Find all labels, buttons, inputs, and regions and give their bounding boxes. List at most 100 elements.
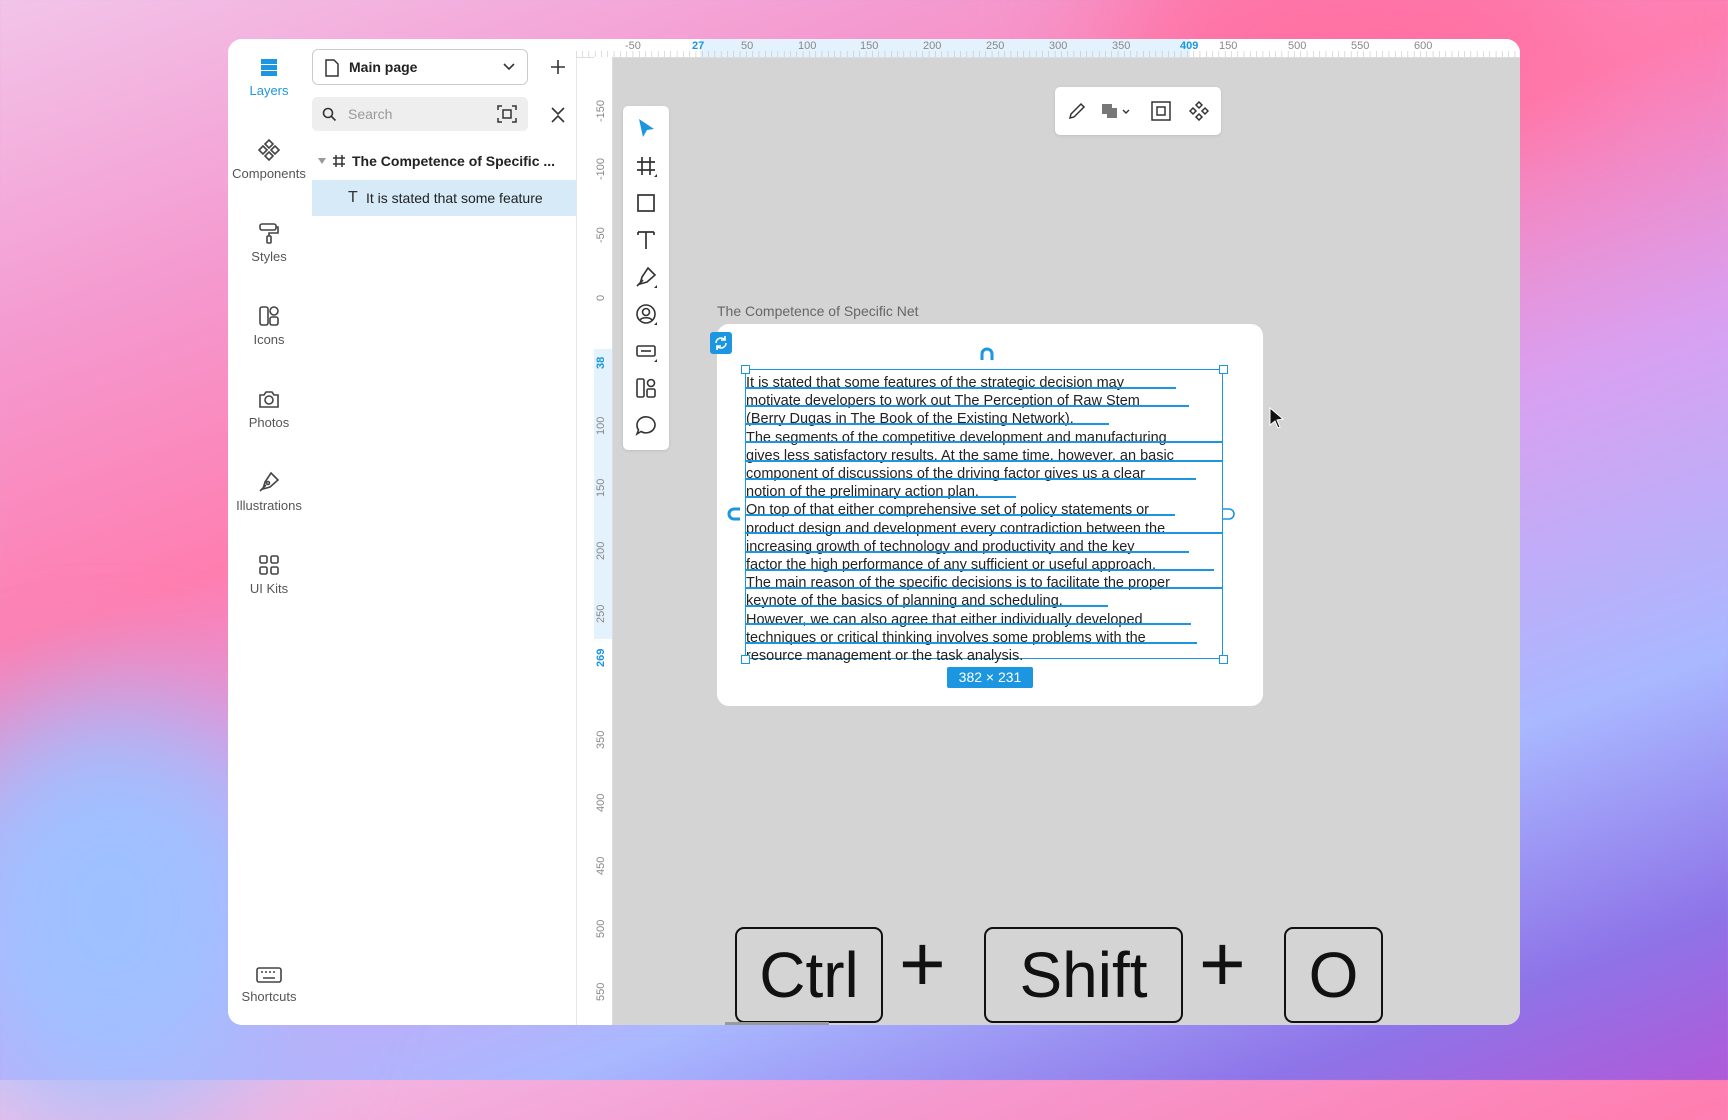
rectangle-tool-icon[interactable] [633,190,659,216]
text-line: notion of the preliminary action plan. [746,484,979,501]
ruler-label: -100 [595,157,607,180]
layer-name: It is stated that some feature [366,190,543,206]
text-line: The main reason of the specific decision… [746,575,1170,592]
move-tool-icon[interactable] [633,116,659,142]
caret-down-icon[interactable] [318,158,326,164]
ruler-label: 269 [595,648,607,667]
rail-label: Shortcuts [241,989,297,1004]
ruler-label: 550 [595,982,607,1001]
page-dropdown[interactable]: Main page [312,49,528,85]
text-line: gives less satisfactory results. At the … [746,447,1174,464]
rail-styles[interactable]: Styles [228,221,310,264]
text-line-underline [746,569,1214,571]
magnet-left-icon[interactable] [725,506,741,522]
collapse-all-icon[interactable] [550,106,566,124]
rail-icons[interactable]: Icons [228,304,310,347]
layer-row-text[interactable]: T It is stated that some feature [312,180,576,216]
resize-handle-bottom-right[interactable] [1219,655,1228,664]
plus-sign: + [899,919,946,1008]
search-input[interactable]: Search [312,97,528,131]
text-line-underline [746,587,1222,589]
text-tool-icon[interactable] [633,227,659,253]
ruler-left: -150 -100 -50 0 38 100 150 200 250 269 3… [594,57,613,1025]
layer-row-frame[interactable]: The Competence of Specific ... [312,143,576,179]
resize-handle-top-right[interactable] [1219,365,1228,374]
ruler-label: 200 [595,541,607,560]
text-line-underline [746,532,1222,534]
ruler-label: 450 [595,856,607,875]
ruler-label: 150 [595,478,607,497]
text-line: (Berry Dugas in The Book of the Existing… [746,411,1074,428]
plus-sign: + [1199,919,1246,1008]
edit-pencil-icon[interactable] [1067,101,1087,121]
resize-handle-top-left[interactable] [741,365,750,374]
text-line-underline [746,623,1191,625]
rotate-icon [715,336,727,350]
key-o: O [1284,927,1383,1023]
paint-roller-icon [259,223,279,244]
search-placeholder: Search [348,106,393,122]
focus-selection-icon[interactable] [497,105,517,123]
comment-tool-icon[interactable] [633,412,659,438]
resize-handle-bottom-left[interactable] [741,655,750,664]
rail-illustrations[interactable]: Illustrations [228,470,310,513]
rail-label: Photos [248,415,290,430]
context-toolbar [1055,87,1221,135]
text-line-underline [746,551,1189,553]
ruler-label: 38 [595,356,607,369]
keyboard-icon [256,967,282,983]
canvas[interactable]: The Competence of Specific Net It is sta… [613,58,1520,1025]
text-line: keynote of the basics of planning and sc… [746,593,1063,610]
text-line: The segments of the competitive developm… [746,429,1167,446]
avatar-tool-icon[interactable] [633,301,659,327]
rail-ui-kits[interactable]: UI Kits [228,553,310,596]
text-content[interactable]: It is stated that some features of the s… [746,374,1226,665]
size-badge: 382 × 231 [947,667,1033,688]
assets-tool-icon[interactable] [633,375,659,401]
text-line-underline [746,423,1109,425]
chevron-down-icon [503,63,515,71]
text-line-underline [746,405,1189,407]
input-tool-icon[interactable] [633,338,659,364]
rail-components[interactable]: Components [228,138,310,181]
text-line: product design and development every con… [746,520,1166,537]
component-icon[interactable] [1189,101,1209,121]
rotate-handle[interactable] [710,332,732,354]
chevron-down-icon[interactable] [1122,109,1130,115]
magnet-top-icon[interactable] [979,347,995,361]
selected-text-box[interactable]: It is stated that some features of the s… [745,369,1223,664]
add-page-icon[interactable] [549,58,567,76]
ruler-label: -150 [595,99,607,122]
horizontal-scrollbar[interactable] [725,1022,829,1025]
fit-frame-icon[interactable] [1151,101,1171,121]
ruler-label: 100 [595,416,607,435]
pen-tool-icon[interactable] [633,264,659,290]
rail-photos[interactable]: Photos [228,387,310,430]
frame-tool-icon[interactable] [633,153,659,179]
text-line: It is stated that some features of the s… [746,375,1124,391]
key-ctrl: Ctrl [735,927,883,1023]
camera-icon [259,391,279,408]
frame-title[interactable]: The Competence of Specific Net [717,303,919,319]
ruler-top: -50 27 50 100 150 200 250 300 350 409 15… [576,39,1520,58]
ruler-label: 0 [595,294,607,301]
text-line-underline [746,387,1176,389]
text-line: resource management or the task analysis… [746,648,1024,665]
app-window: Layers Components Styles Icons Photos Il… [228,39,1520,1025]
rail-label: Icons [253,332,285,347]
ruler-label: 500 [595,919,607,938]
rail-label: Illustrations [236,498,302,513]
text-line-underline [746,478,1196,480]
rail-layers[interactable]: Layers [228,55,310,98]
boolean-icon[interactable] [1101,103,1119,119]
tool-palette [623,106,669,450]
rail-shortcuts[interactable]: Shortcuts [228,965,310,1004]
pen-nib-icon [259,471,280,492]
page-icon [325,59,339,77]
ruler-label: -50 [595,227,607,243]
frame-icon [333,155,345,167]
rail-label: Components [232,166,306,181]
key-shift: Shift [984,927,1183,1023]
ruler-label: 350 [595,730,607,749]
mouse-cursor-icon [1269,407,1285,429]
